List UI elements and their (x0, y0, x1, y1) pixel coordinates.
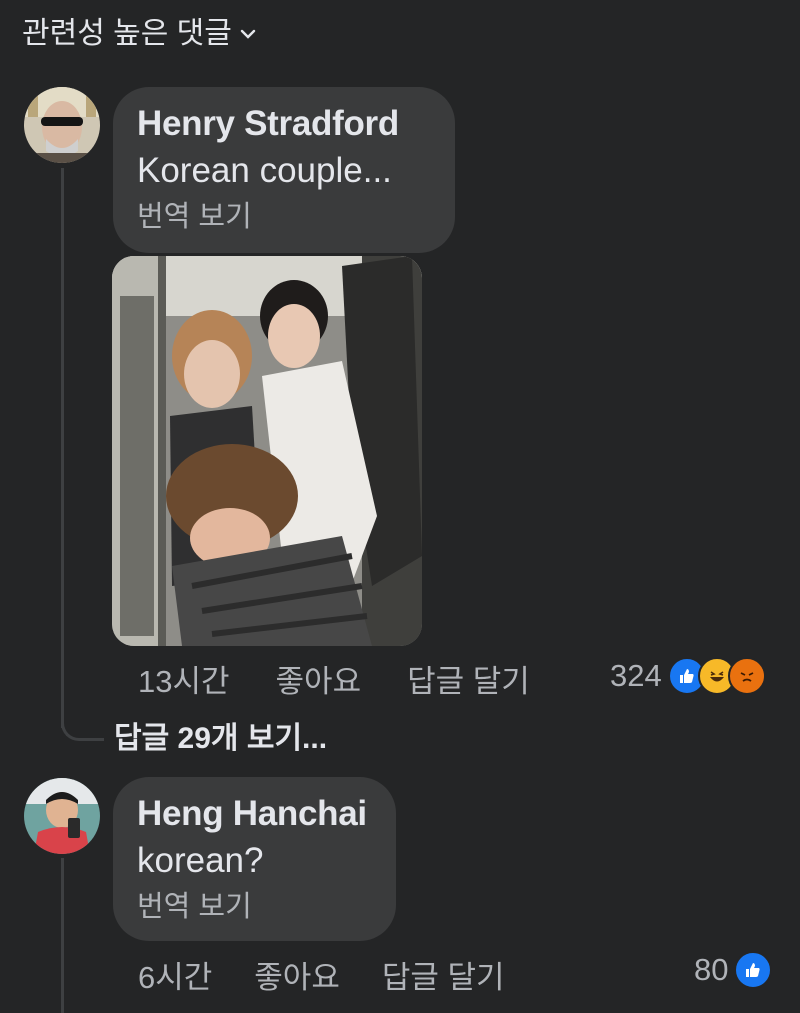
comment-text: korean? (137, 841, 264, 880)
comment-actions: 13시간 좋아요 답글 달기 (138, 656, 530, 700)
chevron-down-icon (240, 23, 256, 44)
avatar-photo (24, 778, 100, 854)
thread-line (61, 168, 64, 728)
comment-bubble: Henry Stradford Korean couple... 번역 보기 (113, 87, 455, 253)
comment-text: Korean couple... (137, 151, 392, 190)
reaction-count: 80 (694, 952, 729, 987)
comment-photo[interactable] (112, 256, 422, 646)
like-button[interactable]: 좋아요 (254, 952, 340, 997)
comment-timestamp[interactable]: 13시간 (138, 656, 230, 701)
commenter-avatar[interactable] (24, 87, 100, 163)
thread-connector (61, 700, 104, 741)
see-translation-link[interactable]: 번역 보기 (137, 195, 431, 239)
comment-timestamp[interactable]: 6시간 (138, 952, 212, 997)
comment-bubble: Heng Hanchai korean? 번역 보기 (113, 777, 396, 941)
reaction-summary[interactable]: 80 (694, 948, 773, 992)
comment-filter-label: 관련성 높은 댓글 (22, 17, 232, 50)
comment-filter-dropdown[interactable]: 관련성 높은 댓글 (22, 8, 256, 52)
reaction-count: 324 (610, 658, 662, 693)
see-translation-link[interactable]: 번역 보기 (137, 885, 372, 929)
like-icon (734, 951, 773, 989)
reply-button[interactable]: 답글 달기 (407, 656, 530, 701)
thread-line (61, 858, 64, 1013)
reply-button[interactable]: 답글 달기 (382, 952, 505, 997)
angry-icon (727, 657, 766, 695)
comment-actions: 6시간 좋아요 답글 달기 (138, 952, 505, 996)
avatar-photo (24, 87, 100, 163)
like-button[interactable]: 좋아요 (276, 656, 362, 701)
view-replies-link[interactable]: 답글 29개 보기... (114, 719, 327, 759)
commenter-avatar[interactable] (24, 778, 100, 854)
reaction-summary[interactable]: 324 (610, 654, 766, 698)
comment-author[interactable]: Heng Hanchai (137, 791, 372, 837)
subway-photo-image (112, 256, 422, 646)
comment-author[interactable]: Henry Stradford (137, 101, 431, 147)
